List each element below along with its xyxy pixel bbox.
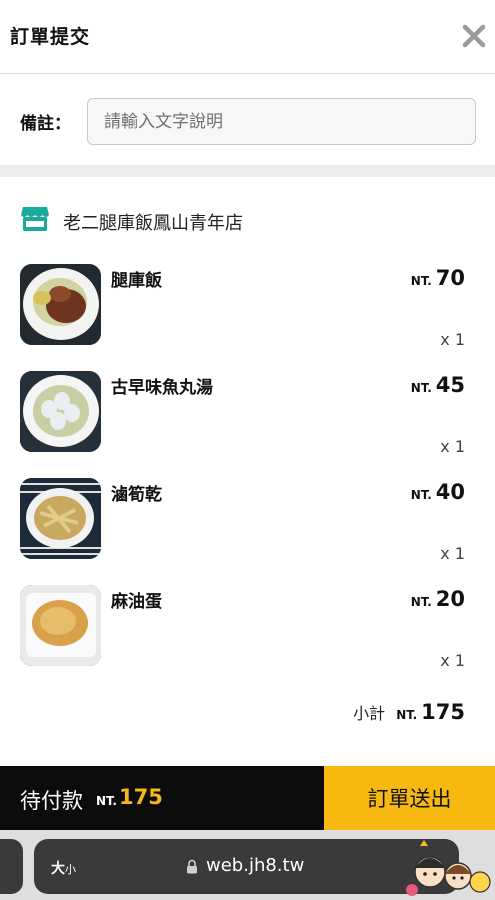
pay-label: 待付款 (20, 789, 83, 813)
subtotal-label: 小計 (353, 704, 386, 723)
item-quantity: x 1 (440, 437, 465, 456)
item-name: 古早味魚丸湯 (111, 378, 213, 398)
item-name: 滷筍乾 (111, 485, 162, 505)
item-thumbnail (20, 371, 101, 452)
price-value: 40 (435, 480, 465, 504)
store-row: 老二腿庫飯鳳山青年店 (0, 200, 495, 240)
store-icon (21, 207, 49, 231)
order-item: 古早味魚丸湯 NT. 45 x 1 (0, 371, 495, 471)
item-price: NT. 45 (411, 373, 465, 397)
order-item: 滷筍乾 NT. 40 x 1 (0, 478, 495, 578)
pay-amount: 175 (119, 785, 163, 809)
note-row: 備註： (0, 75, 495, 165)
note-label: 備註： (20, 114, 71, 134)
item-thumbnail (20, 478, 101, 559)
url-text: web.jh8.tw (206, 855, 305, 876)
note-input[interactable] (87, 98, 476, 145)
previous-tab-pill[interactable] (0, 839, 23, 894)
address-bar[interactable]: 大小 web.jh8.tw (34, 839, 459, 894)
order-item: 腿庫飯 NT. 70 x 1 (0, 264, 495, 364)
item-quantity: x 1 (440, 544, 465, 563)
pay-section: 待付款 NT. 175 (0, 766, 324, 830)
currency-prefix: NT. (396, 708, 418, 722)
cartoon-watermark-icon (406, 840, 491, 896)
currency-prefix: NT. (410, 595, 432, 609)
price-value: 45 (435, 373, 465, 397)
item-thumbnail (20, 264, 101, 345)
currency-prefix: NT. (410, 274, 432, 288)
currency-prefix: NT. (410, 488, 432, 502)
item-price: NT. 40 (411, 480, 465, 504)
lock-icon (187, 859, 197, 874)
price-value: 20 (435, 587, 465, 611)
item-price: NT. 20 (411, 587, 465, 611)
item-price: NT. 70 (411, 266, 465, 290)
page-title: 訂單提交 (10, 26, 91, 48)
order-item: 麻油蛋 NT. 20 x 1 (0, 585, 495, 685)
checkout-bar: 待付款 NT. 175 訂單送出 (0, 766, 495, 830)
store-name: 老二腿庫飯鳳山青年店 (63, 213, 243, 234)
close-icon[interactable] (460, 22, 488, 50)
item-name: 腿庫飯 (111, 271, 162, 291)
text-size-button[interactable]: 大小 (51, 858, 76, 878)
price-value: 70 (435, 266, 465, 290)
currency-prefix: NT. (410, 381, 432, 395)
subtotal: 小計 NT. 175 (353, 700, 465, 724)
item-quantity: x 1 (440, 330, 465, 349)
section-divider (0, 165, 495, 177)
submit-order-button[interactable]: 訂單送出 (324, 766, 495, 830)
currency-prefix: NT. (96, 794, 117, 808)
item-quantity: x 1 (440, 651, 465, 670)
subtotal-value: 175 (421, 700, 465, 724)
item-name: 麻油蛋 (111, 592, 162, 612)
close-button[interactable] (460, 22, 488, 50)
header: 訂單提交 (0, 0, 495, 74)
item-thumbnail (20, 585, 101, 666)
